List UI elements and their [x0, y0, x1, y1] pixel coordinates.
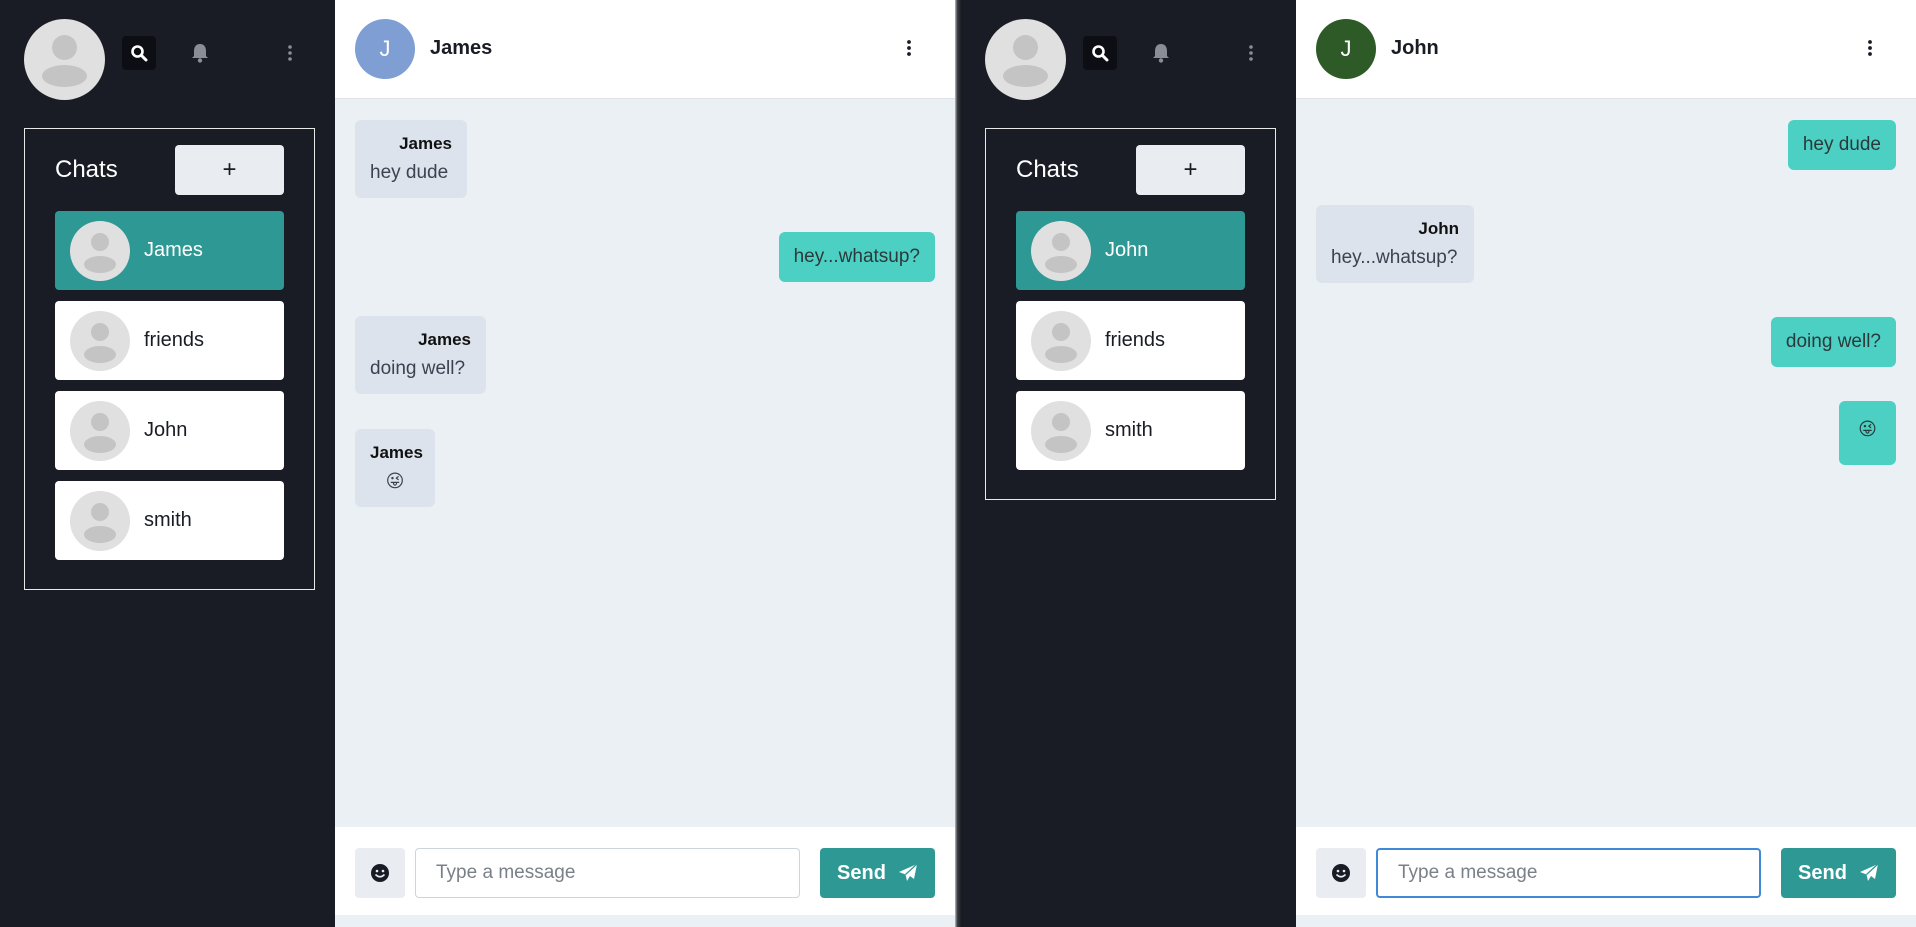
- message-outgoing: hey...whatsup?: [778, 232, 935, 282]
- chat-item-james[interactable]: James: [55, 211, 284, 290]
- smiley-icon[interactable]: [1316, 848, 1366, 898]
- chat-item-label: John: [144, 419, 188, 441]
- chat-item-label: John: [1105, 239, 1149, 261]
- message-incoming: James doing well?: [355, 316, 486, 394]
- sidebar: Chats + James friends John smith: [0, 0, 335, 927]
- message-sender: James: [370, 443, 423, 462]
- message-composer: Send: [1296, 827, 1916, 915]
- message-list: hey dude John hey...whatsup? doing well?…: [1296, 100, 1916, 827]
- peer-name: James: [430, 37, 493, 59]
- sidebar-header: [0, 0, 335, 100]
- chat-item-label: friends: [144, 329, 205, 351]
- send-button[interactable]: Send: [820, 848, 935, 898]
- search-icon[interactable]: [122, 36, 156, 70]
- message-incoming: James hey dude: [355, 120, 467, 198]
- message-sender: James: [418, 330, 471, 349]
- chat-item-smith[interactable]: smith: [55, 481, 284, 560]
- peer-avatar[interactable]: J: [1316, 19, 1376, 79]
- message-outgoing: hey dude: [1787, 120, 1896, 170]
- bell-icon[interactable]: [183, 36, 217, 70]
- message-composer: Send: [335, 827, 955, 915]
- screen: Chats + James friends John smith J James…: [0, 0, 1916, 927]
- chat-item-friends[interactable]: friends: [55, 301, 284, 380]
- message-input[interactable]: [415, 848, 800, 898]
- bell-icon[interactable]: [1144, 36, 1178, 70]
- chat-item-friends[interactable]: friends: [1016, 301, 1245, 380]
- sidebar-header: [961, 0, 1296, 100]
- message-text: hey...whatsup?: [1331, 247, 1458, 268]
- user-avatar[interactable]: [985, 19, 1066, 100]
- peer-avatar[interactable]: J: [355, 19, 415, 79]
- message-text: doing well?: [1785, 331, 1881, 352]
- sidebar: Chats + John friends smith: [961, 0, 1296, 927]
- avatar: [70, 310, 130, 371]
- message-outgoing: 😜: [1839, 401, 1896, 465]
- avatar: [70, 220, 130, 281]
- avatar: [1031, 310, 1091, 371]
- chat-item-smith[interactable]: smith: [1016, 391, 1245, 470]
- chat-window-right: Chats + John friends smith J John hey du…: [961, 0, 1916, 927]
- message-emoji: 😜: [385, 471, 405, 491]
- avatar: [70, 400, 130, 461]
- message-sender: James: [399, 134, 452, 153]
- conversation-header: J John: [1296, 0, 1916, 99]
- send-button[interactable]: Send: [1781, 848, 1896, 898]
- chat-item-john[interactable]: John: [55, 391, 284, 470]
- new-chat-button[interactable]: +: [1136, 145, 1245, 195]
- chats-panel: Chats + John friends smith: [985, 128, 1276, 500]
- more-vertical-icon[interactable]: [1860, 36, 1880, 60]
- message-input[interactable]: [1376, 848, 1761, 898]
- search-icon[interactable]: [1083, 36, 1117, 70]
- chat-item-john[interactable]: John: [1016, 211, 1245, 290]
- peer-name: John: [1391, 37, 1439, 59]
- new-chat-button[interactable]: +: [175, 145, 284, 195]
- chat-item-label: smith: [1105, 419, 1153, 441]
- more-vertical-icon[interactable]: [273, 36, 307, 70]
- smiley-icon[interactable]: [355, 848, 405, 898]
- send-label: Send: [1798, 861, 1847, 884]
- message-text: hey dude: [370, 162, 449, 183]
- chat-item-label: smith: [144, 509, 192, 531]
- avatar: [1031, 220, 1091, 281]
- message-sender: John: [1418, 219, 1459, 238]
- message-text: hey dude: [1802, 134, 1881, 155]
- message-text: doing well?: [370, 358, 466, 379]
- paper-plane-icon: [1859, 863, 1879, 881]
- avatar: [1031, 400, 1091, 461]
- chat-item-label: friends: [1105, 329, 1166, 351]
- send-label: Send: [837, 861, 886, 884]
- more-vertical-icon[interactable]: [899, 36, 919, 60]
- message-list: James hey dude hey...whatsup? James doin…: [335, 100, 955, 827]
- chats-title: Chats: [55, 156, 118, 183]
- conversation-header: J James: [335, 0, 955, 99]
- chat-window-left: Chats + James friends John smith J James…: [0, 0, 955, 927]
- message-incoming: John hey...whatsup?: [1316, 205, 1474, 283]
- message-text: hey...whatsup?: [793, 246, 920, 267]
- chats-title: Chats: [1016, 156, 1079, 183]
- message-outgoing: doing well?: [1770, 317, 1896, 367]
- message-emoji: 😜: [1858, 419, 1877, 439]
- conversation-pane: J James James hey dude hey...whatsup? Ja…: [335, 0, 955, 927]
- more-vertical-icon[interactable]: [1234, 36, 1268, 70]
- chat-item-label: James: [144, 239, 203, 261]
- conversation-pane: J John hey dude John hey...whatsup? doin…: [1296, 0, 1916, 927]
- avatar: [70, 490, 130, 551]
- paper-plane-icon: [898, 863, 918, 881]
- message-incoming: James 😜: [355, 429, 435, 507]
- user-avatar[interactable]: [24, 19, 105, 100]
- chats-panel: Chats + James friends John smith: [24, 128, 315, 590]
